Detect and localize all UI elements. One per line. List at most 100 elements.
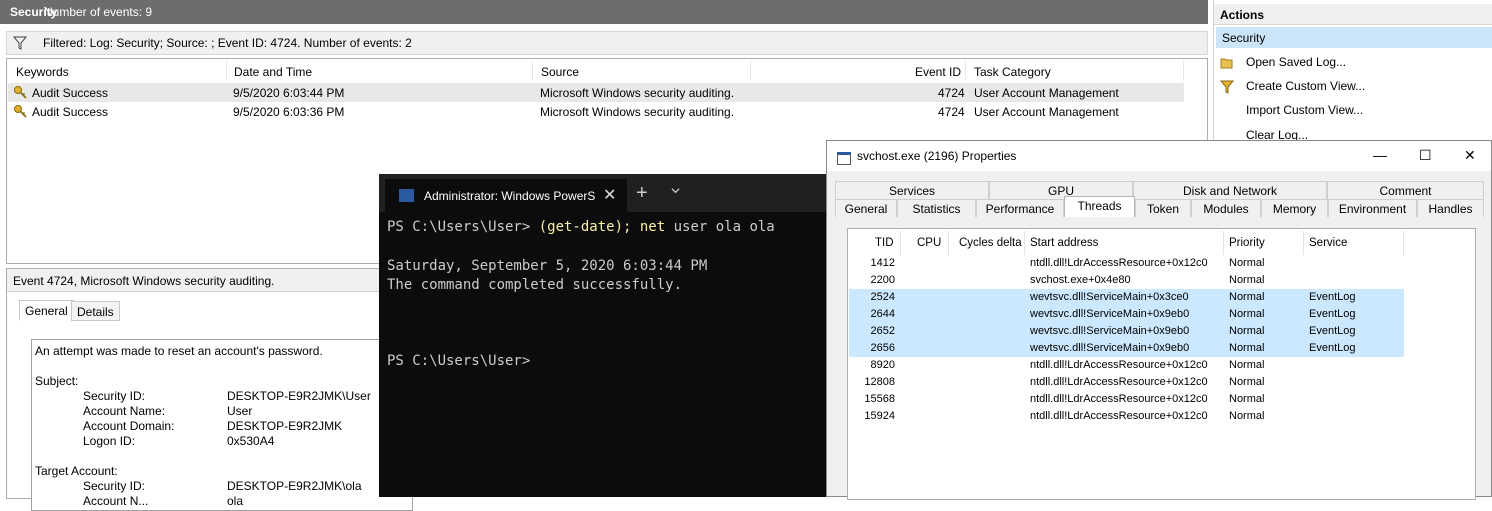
tab-services[interactable]: Services [835,181,989,199]
terminal-line-command: PS C:\Users\User> (get-date); net user o… [387,219,775,235]
filter-bar: Filtered: Log: Security; Source: ; Event… [6,31,1208,55]
thread-service: EventLog [1309,291,1356,303]
open-folder-icon [1220,58,1233,69]
thread-tid: 15568 [864,393,895,405]
event-id: 4724 [938,86,965,100]
actions-header: Actions [1214,4,1492,25]
thread-service: EventLog [1309,308,1356,320]
thread-row[interactable]: 1412 ntdll.dll!LdrAccessResource+0x12c0 … [849,255,1404,272]
thread-start-address: wevtsvc.dll!ServiceMain+0x9eb0 [1030,342,1190,354]
column-start-address[interactable]: Start address [1030,237,1098,249]
event-date: 9/5/2020 6:03:44 PM [233,86,345,100]
tab-handles[interactable]: Handles [1417,199,1484,217]
thread-row[interactable]: 8920 ntdll.dll!LdrAccessResource+0x12c0 … [849,357,1404,374]
tab-comment[interactable]: Comment [1327,181,1484,199]
tab-memory[interactable]: Memory [1261,199,1328,217]
column-cycles-delta[interactable]: Cycles delta [959,237,1022,249]
minimize-icon[interactable]: — [1373,147,1387,163]
column-cpu[interactable]: CPU [917,237,941,249]
column-task-category[interactable]: Task Category [966,61,1184,81]
terminal-tab-title: Administrator: Windows PowerShell [424,189,596,203]
target-security-id-label: Security ID: [83,479,146,493]
thread-priority: Normal [1229,308,1265,320]
actions-section-label: Security [1222,31,1266,45]
tab-token[interactable]: Token [1135,199,1191,217]
column-source[interactable]: Source [533,61,751,81]
thread-tid: 2200 [870,274,895,286]
event-description: An attempt was made to reset an account'… [31,339,413,511]
column-divider [1403,231,1404,255]
thread-tid: 15924 [864,410,895,422]
target-account-name-label: Account N... [83,494,149,508]
thread-priority: Normal [1229,393,1265,405]
powershell-window[interactable]: Administrator: Windows PowerShell ✕ + PS… [379,174,835,497]
thread-start-address: wevtsvc.dll!ServiceMain+0x3ce0 [1030,291,1189,303]
terminal-tab-bar: Administrator: Windows PowerShell ✕ + [379,174,835,212]
close-tab-icon[interactable]: ✕ [603,185,616,205]
thread-row[interactable]: 15568 ntdll.dll!LdrAccessResource+0x12c0… [849,391,1404,408]
account-name-value: User [227,404,253,418]
thread-priority: Normal [1229,342,1265,354]
thread-row[interactable]: 2200 svchost.exe+0x4e80 Normal [849,272,1404,289]
terminal-command: (get-date); net [538,219,666,235]
event-row[interactable]: Audit Success 9/5/2020 6:03:36 PM Micros… [8,102,1184,121]
event-message: An attempt was made to reset an account'… [35,344,323,358]
column-priority[interactable]: Priority [1229,237,1265,249]
actions-title: Actions [1220,8,1265,22]
column-date-time[interactable]: Date and Time [226,61,533,81]
column-divider [1024,231,1025,255]
powershell-icon [399,189,414,202]
process-properties-window[interactable]: svchost.exe (2196) Properties — ☐ ✕ Serv… [826,140,1492,500]
thread-start-address: wevtsvc.dll!ServiceMain+0x9eb0 [1030,325,1190,337]
tab-environment[interactable]: Environment [1328,199,1417,217]
thread-tid: 2644 [870,308,895,320]
key-icon [14,86,27,99]
window-title: svchost.exe (2196) Properties [857,149,1017,163]
tab-statistics[interactable]: Statistics [897,199,976,217]
window-title-bar: svchost.exe (2196) Properties — ☐ ✕ [827,141,1491,171]
thread-row[interactable]: 12808 ntdll.dll!LdrAccessResource+0x12c0… [849,374,1404,391]
thread-start-address: ntdll.dll!LdrAccessResource+0x12c0 [1030,410,1208,422]
chevron-down-icon[interactable] [671,186,680,195]
thread-row[interactable]: 2652 wevtsvc.dll!ServiceMain+0x9eb0 Norm… [849,323,1404,340]
filter-icon [1220,80,1234,94]
close-icon[interactable]: ✕ [1464,147,1476,164]
account-domain-value: DESKTOP-E9R2JMK [227,419,343,433]
column-service[interactable]: Service [1309,237,1347,249]
tab-threads[interactable]: Threads [1064,196,1135,217]
event-detail-pane: Event 4724, Microsoft Windows security a… [6,268,413,511]
thread-priority: Normal [1229,325,1265,337]
tab-performance[interactable]: Performance [976,199,1064,217]
column-divider [900,231,901,255]
target-account-label: Target Account: [35,464,118,478]
column-tid[interactable]: TID [875,237,894,249]
new-tab-icon[interactable]: + [636,182,648,205]
thread-row[interactable]: 2644 wevtsvc.dll!ServiceMain+0x9eb0 Norm… [849,306,1404,323]
tab-details[interactable]: Details [71,301,120,321]
column-keywords[interactable]: Keywords [8,61,227,81]
account-domain-label: Account Domain: [83,419,175,433]
logon-id-value: 0x530A4 [227,434,275,448]
thread-tid: 2524 [870,291,895,303]
thread-row[interactable]: 2656 wevtsvc.dll!ServiceMain+0x9eb0 Norm… [849,340,1404,357]
terminal-tab[interactable]: Administrator: Windows PowerShell ✕ [385,179,627,212]
threads-list: TID CPU Cycles delta Start address Prior… [847,228,1476,500]
tab-modules[interactable]: Modules [1191,199,1261,217]
tab-disk-network[interactable]: Disk and Network [1133,181,1327,199]
window-icon [837,152,851,165]
action-create-custom-view[interactable]: Create Custom View... [1246,79,1365,93]
maximize-icon[interactable]: ☐ [1419,147,1432,164]
terminal-command-args: user ola ola [665,219,775,235]
actions-section-security[interactable]: Security [1216,27,1492,48]
event-id: 4724 [938,105,965,119]
terminal-prompt: PS C:\Users\User> [387,219,539,235]
action-open-saved-log[interactable]: Open Saved Log... [1246,55,1346,69]
action-import-custom-view[interactable]: Import Custom View... [1246,103,1363,117]
tab-general[interactable]: General [19,300,74,321]
thread-row[interactable]: 2524 wevtsvc.dll!ServiceMain+0x3ce0 Norm… [849,289,1404,306]
event-row[interactable]: Audit Success 9/5/2020 6:03:44 PM Micros… [8,83,1184,102]
tab-general[interactable]: General [835,199,897,217]
event-detail-header: Event 4724, Microsoft Windows security a… [7,269,401,292]
column-event-id[interactable]: Event ID [751,61,966,81]
thread-row[interactable]: 15924 ntdll.dll!LdrAccessResource+0x12c0… [849,408,1404,425]
